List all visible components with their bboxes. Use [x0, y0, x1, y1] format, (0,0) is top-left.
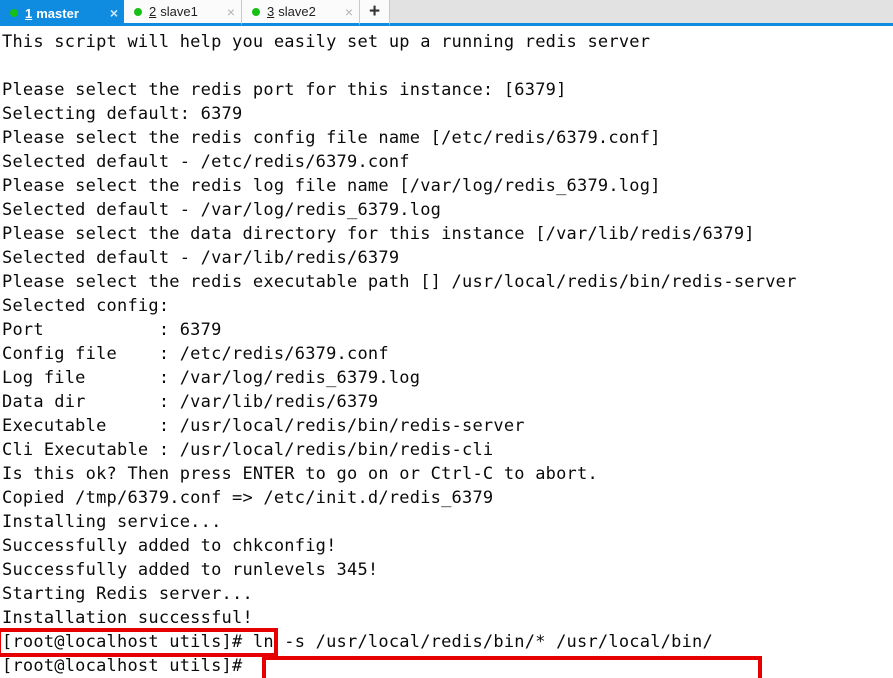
watermark: CSDN @橘子超好吃 — [708, 674, 885, 678]
tab-master[interactable]: 1 master × — [0, 0, 124, 26]
tab-label: master — [36, 5, 79, 21]
tab-label: slave1 — [160, 4, 198, 19]
tab-number: 3 — [267, 4, 275, 19]
tab-number: 1 — [25, 5, 33, 21]
close-icon[interactable]: × — [110, 6, 118, 20]
tab-slave2[interactable]: 3 slave2 × — [242, 0, 360, 26]
new-tab-button[interactable]: + — [360, 0, 390, 26]
tab-bar-empty-area — [390, 0, 893, 26]
close-icon[interactable]: × — [227, 5, 235, 19]
session-active-dot — [10, 9, 18, 17]
close-icon[interactable]: × — [345, 5, 353, 19]
session-active-dot — [134, 7, 142, 16]
tab-number: 2 — [149, 4, 157, 19]
tab-slave1[interactable]: 2 slave1 × — [124, 0, 242, 26]
terminal-text: This script will help you easily set up … — [2, 32, 797, 676]
tab-label: slave2 — [278, 4, 316, 19]
terminal-output-pane[interactable]: This script will help you easily set up … — [0, 26, 893, 678]
session-active-dot — [252, 7, 260, 16]
tab-bar: 1 master × 2 slave1 × 3 slave2 × + — [0, 0, 893, 26]
